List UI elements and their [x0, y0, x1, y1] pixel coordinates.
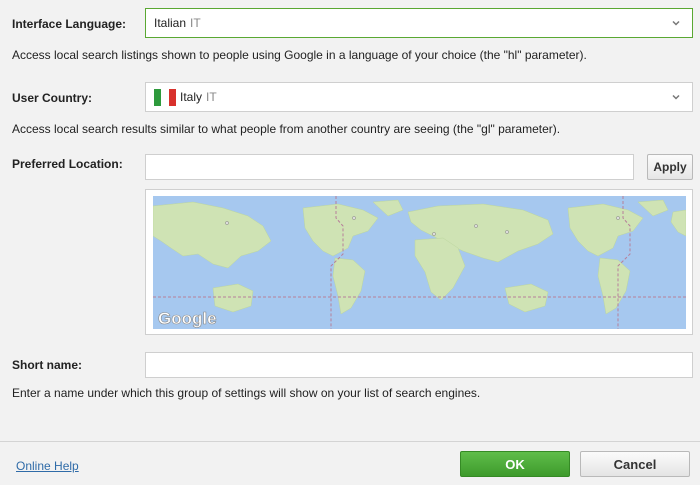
user-country-value: Italy	[180, 90, 203, 104]
interface-language-label: Interface Language:	[12, 17, 127, 31]
user-country-code: IT	[206, 90, 217, 104]
world-map[interactable]: Google	[153, 196, 686, 329]
apply-button[interactable]: Apply	[647, 154, 693, 180]
italy-flag-icon	[154, 88, 176, 106]
interface-language-value: Italian	[154, 16, 187, 30]
online-help-link[interactable]: Online Help	[16, 459, 79, 473]
chevron-down-icon	[672, 20, 680, 26]
chevron-down-icon	[672, 94, 680, 100]
ok-button[interactable]: OK	[460, 451, 570, 477]
google-logo: Google	[158, 309, 217, 328]
preferred-location-input[interactable]	[145, 154, 634, 180]
short-name-label: Short name:	[12, 358, 83, 372]
interface-language-select[interactable]: Italian IT	[145, 8, 693, 38]
dialog-footer: Online Help OK Cancel	[0, 441, 700, 485]
user-country-label: User Country:	[12, 91, 93, 105]
location-map[interactable]: Google	[145, 189, 693, 335]
cancel-button[interactable]: Cancel	[580, 451, 690, 477]
short-name-input[interactable]	[145, 352, 693, 378]
interface-language-help: Access local search listings shown to pe…	[12, 48, 587, 62]
preferred-location-label: Preferred Location:	[12, 157, 123, 171]
short-name-help: Enter a name under which this group of s…	[12, 386, 481, 400]
user-country-help: Access local search results similar to w…	[12, 122, 561, 136]
interface-language-code: IT	[190, 16, 201, 30]
user-country-select[interactable]: Italy IT	[145, 82, 693, 112]
